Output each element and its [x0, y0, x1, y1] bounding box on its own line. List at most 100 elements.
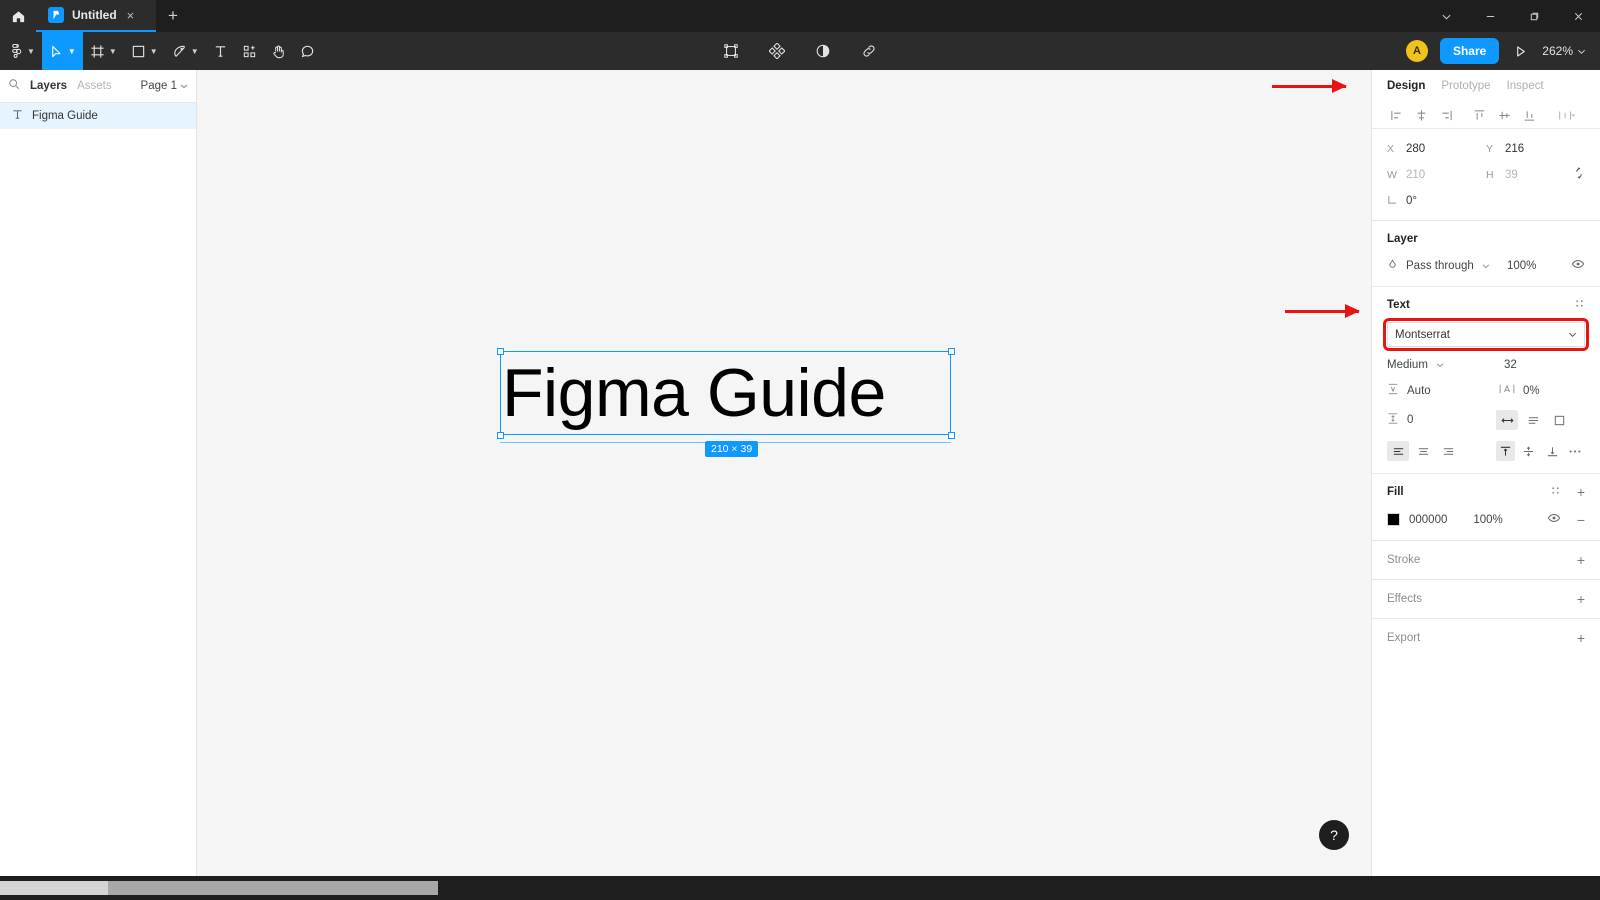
more-options-icon[interactable] [1566, 441, 1585, 461]
toolbar-right-group: A Share 262% [1405, 32, 1600, 70]
list-item[interactable]: Figma Guide [0, 103, 196, 129]
figma-menu-icon[interactable]: ▼ [0, 32, 42, 70]
plugins-icon[interactable] [762, 32, 792, 70]
shape-tool-icon[interactable]: ▼ [124, 32, 165, 70]
new-tab-button[interactable]: + [156, 0, 190, 32]
chevron-down-icon[interactable] [1424, 0, 1468, 32]
fill-opacity-value[interactable]: 100% [1473, 514, 1502, 526]
page-selector[interactable]: Page 1 [141, 80, 188, 92]
chevron-down-icon [1578, 49, 1585, 54]
constrain-proportions-icon[interactable] [1573, 166, 1585, 183]
tab-layers[interactable]: Layers [30, 80, 67, 92]
w-label: W [1387, 168, 1397, 181]
close-window-icon[interactable] [1556, 0, 1600, 32]
avatar[interactable]: A [1405, 40, 1428, 62]
tab-design[interactable]: Design [1387, 80, 1425, 92]
tab-assets[interactable]: Assets [77, 80, 112, 92]
minimize-icon[interactable] [1468, 0, 1512, 32]
share-button[interactable]: Share [1439, 38, 1500, 64]
maximize-icon[interactable] [1512, 0, 1556, 32]
contrast-icon[interactable] [808, 32, 838, 70]
blend-mode-row: Pass through 100% [1387, 257, 1585, 274]
comment-tool-icon[interactable] [293, 32, 322, 70]
add-fill-button[interactable]: + [1577, 485, 1585, 499]
paragraph-spacing-field[interactable]: 0 [1387, 412, 1486, 428]
font-weight-select[interactable]: Medium [1387, 359, 1486, 371]
resize-handle-bottom-left[interactable] [496, 431, 504, 439]
link-icon[interactable] [854, 32, 884, 70]
rotation-field[interactable]: 0° [1387, 194, 1486, 208]
tab-prototype[interactable]: Prototype [1441, 80, 1490, 92]
letter-spacing-value: 0% [1523, 384, 1540, 397]
text-align-right-icon[interactable] [1437, 441, 1459, 461]
selection-bounds-icon[interactable] [716, 32, 746, 70]
remove-fill-button[interactable]: − [1577, 513, 1585, 527]
align-right-icon[interactable] [1434, 104, 1459, 126]
add-export-button[interactable]: + [1577, 631, 1585, 645]
layer-name: Figma Guide [32, 110, 98, 122]
auto-height-icon[interactable] [1522, 410, 1544, 430]
hand-tool-icon[interactable] [264, 32, 293, 70]
auto-width-icon[interactable] [1496, 410, 1518, 430]
titlebar-spacer [190, 0, 1424, 32]
w-field[interactable]: W 210 [1387, 169, 1486, 181]
y-field[interactable]: Y 216 [1486, 143, 1585, 155]
eye-icon[interactable] [1547, 511, 1561, 528]
text-align-left-icon[interactable] [1387, 441, 1409, 461]
font-size-field[interactable]: 32 [1486, 359, 1585, 371]
resize-handle-top-right[interactable] [947, 347, 955, 355]
letter-spacing-field[interactable]: 0% [1486, 383, 1585, 398]
layer-opacity-value[interactable]: 100% [1507, 260, 1536, 272]
blend-mode-select[interactable]: Pass through [1387, 258, 1507, 273]
design-canvas[interactable]: Figma Guide 210 × 39 ? [197, 70, 1371, 876]
text-align-center-icon[interactable] [1412, 441, 1434, 461]
font-family-select[interactable]: Montserrat [1383, 318, 1589, 351]
align-bottom-icon[interactable] [1517, 104, 1542, 126]
search-icon[interactable] [8, 77, 20, 95]
scrollbar-thumb[interactable] [108, 881, 438, 895]
scrollbar-left-region[interactable] [0, 881, 108, 895]
text-align-bottom-icon[interactable] [1543, 441, 1562, 461]
text-settings-icon[interactable] [1574, 298, 1585, 312]
text-section-header: Text [1387, 298, 1585, 312]
align-horizontal-center-icon[interactable] [1409, 104, 1434, 126]
font-style-row: Medium 32 [1387, 359, 1585, 371]
fill-color-swatch[interactable] [1387, 513, 1400, 526]
add-stroke-button[interactable]: + [1577, 553, 1585, 567]
frame-tool-icon[interactable]: ▼ [83, 32, 124, 70]
pen-tool-icon[interactable]: ▼ [165, 32, 206, 70]
resize-handle-bottom-right[interactable] [947, 431, 955, 439]
fill-row-actions: − [1547, 511, 1585, 528]
move-tool-icon[interactable]: ▼ [41, 32, 83, 70]
file-tab[interactable]: Untitled × [36, 0, 156, 32]
help-button[interactable]: ? [1319, 820, 1349, 850]
blend-mode-label: Pass through [1406, 259, 1474, 272]
fill-color-hex[interactable]: 000000 [1409, 514, 1447, 526]
text-tool-icon[interactable] [206, 32, 235, 70]
fixed-size-icon[interactable] [1548, 410, 1570, 430]
components-tool-icon[interactable] [235, 32, 264, 70]
play-icon[interactable] [1511, 32, 1530, 70]
horizontal-scrollbar[interactable] [0, 876, 1600, 900]
eye-icon[interactable] [1571, 257, 1585, 274]
text-align-top-icon[interactable] [1496, 441, 1516, 461]
home-icon[interactable] [0, 0, 36, 32]
text-section: Text Montserrat Medium 32 Auto 0% 0 [1372, 287, 1600, 474]
h-field[interactable]: H 39 [1486, 169, 1573, 181]
add-effect-button[interactable]: + [1577, 592, 1585, 606]
distribute-icon[interactable] [1550, 104, 1582, 126]
style-picker-icon[interactable] [1550, 485, 1561, 499]
resize-handle-top-left[interactable] [496, 347, 504, 355]
h-value: 39 [1504, 168, 1518, 181]
align-left-icon[interactable] [1384, 104, 1409, 126]
line-height-row: Auto 0% [1387, 383, 1585, 398]
zoom-control[interactable]: 262% [1542, 44, 1586, 58]
align-top-icon[interactable] [1467, 104, 1492, 126]
x-field[interactable]: X 280 [1387, 143, 1486, 155]
export-section: Export + [1372, 619, 1600, 657]
text-align-middle-icon[interactable] [1519, 441, 1538, 461]
close-tab-icon[interactable]: × [125, 9, 137, 22]
tab-inspect[interactable]: Inspect [1507, 80, 1544, 92]
line-height-field[interactable]: Auto [1387, 383, 1486, 398]
align-vertical-center-icon[interactable] [1492, 104, 1517, 126]
